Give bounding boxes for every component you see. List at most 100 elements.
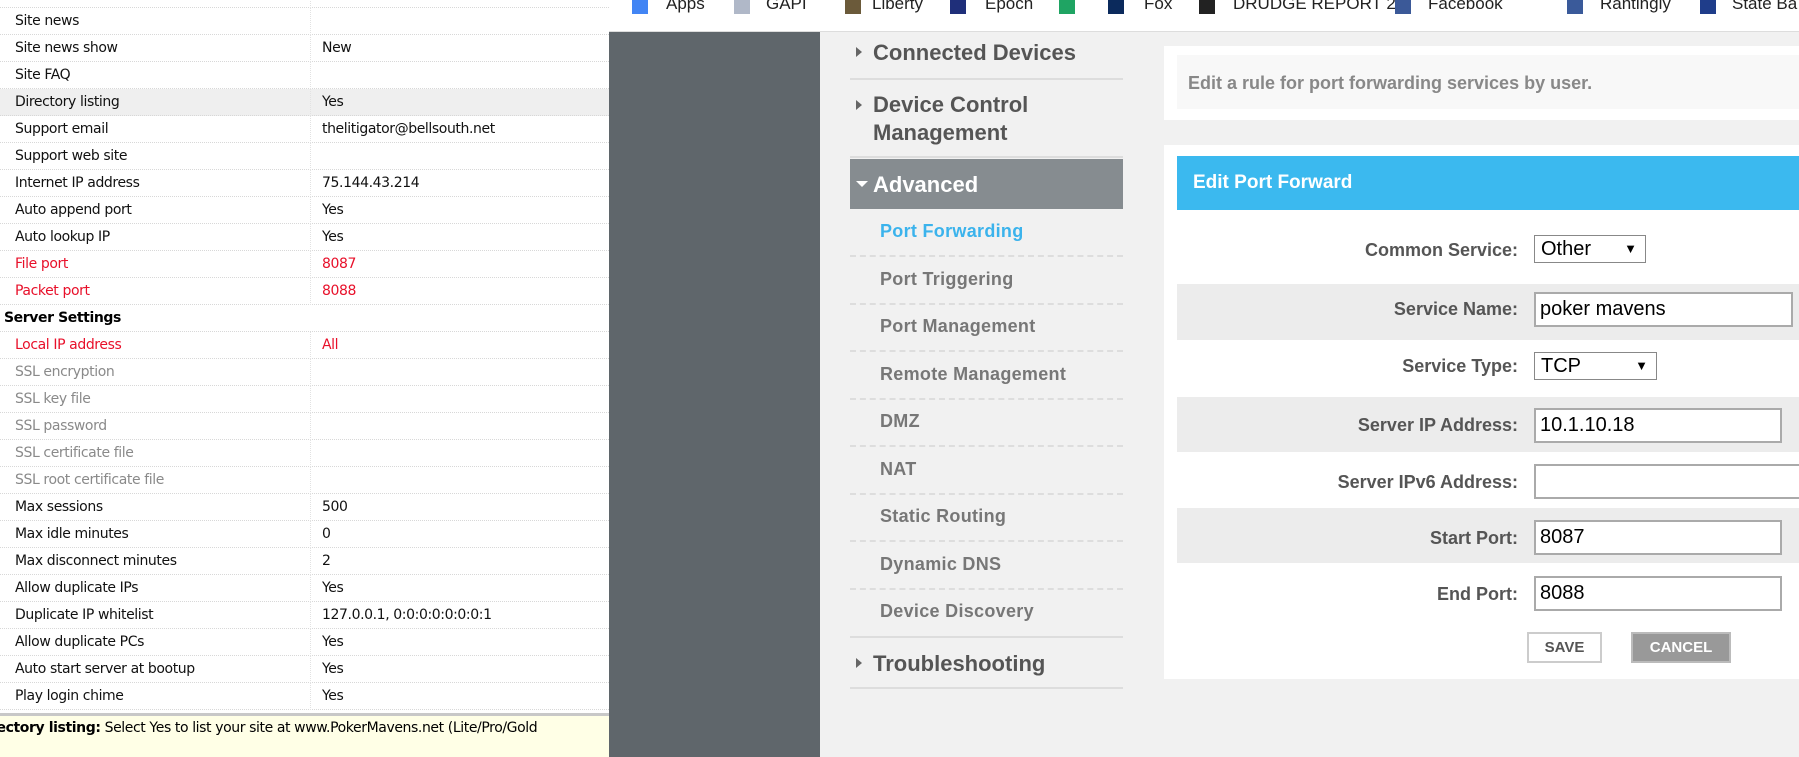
sidebar-troubleshooting[interactable]: Troubleshooting [873,650,1045,677]
bookmark-link[interactable]: DRUDGE REPORT 2... [1233,0,1410,14]
table-row[interactable]: Allow duplicate PCs Yes [0,629,609,656]
caret-right-icon [856,47,862,57]
bookmark-link[interactable]: Liberty [872,0,923,14]
setting-value[interactable]: Yes [322,688,344,704]
sidebar-item-device-discovery[interactable]: Device Discovery [880,601,1034,622]
help-status-bar: rectory listing: Select Yes to list your… [0,713,609,757]
start-port-input[interactable] [1534,520,1782,555]
bookmarks-bar: Apps GAPI Liberty Epoch Fox DRUDGE REPORT 2..… [609,0,1799,32]
table-row[interactable]: Auto start server at bootup Yes [0,656,609,683]
globe-icon [1567,0,1583,14]
fox-logo-icon [1108,0,1124,14]
table-row[interactable]: Packet port 8088 [0,278,609,305]
common-service-value: Other [1541,238,1592,260]
table-row[interactable]: SSL key file [0,386,609,413]
setting-value[interactable]: New [322,40,352,56]
caret-right-icon [856,658,862,668]
setting-value[interactable]: Yes [322,580,344,596]
status-text: Select Yes to list your site at www.Poke… [104,720,538,736]
drudge-logo-icon [1199,0,1215,14]
setting-label: SSL key file [15,391,91,407]
bookmark-link[interactable]: Fox [1144,0,1172,14]
sidebar-item-port-forwarding[interactable]: Port Forwarding [880,221,1024,242]
sidebar-item-port-triggering[interactable]: Port Triggering [880,269,1014,290]
setting-value[interactable]: 8088 [322,283,356,299]
setting-value[interactable]: All [322,337,339,353]
sidebar-item-nat[interactable]: NAT [880,459,917,480]
bookmark-link[interactable]: Rantingly [1600,0,1671,14]
setting-label: Max idle minutes [15,526,129,542]
cancel-button[interactable]: CANCEL [1631,632,1731,663]
service-type-select[interactable]: TCP ▼ [1534,352,1657,380]
setting-label: Allow duplicate PCs [15,634,144,650]
table-row[interactable]: Site news show New [0,35,609,62]
setting-value[interactable]: 75.144.43.214 [322,175,420,191]
setting-label: Internet IP address [15,175,140,191]
table-row[interactable]: SSL certificate file [0,440,609,467]
bookmark-link[interactable]: Facebook [1428,0,1503,14]
service-name-input[interactable] [1534,292,1793,327]
table-row[interactable]: SSL root certificate file [0,467,609,494]
table-row[interactable]: File port 8087 [0,251,609,278]
server-ipv6-input[interactable] [1534,464,1799,499]
status-label: rectory listing: [0,720,101,736]
setting-label: Auto append port [15,202,132,218]
setting-label: File port [15,256,68,272]
sidebar-connected-devices[interactable]: Connected Devices [873,39,1076,66]
table-row[interactable]: Duplicate IP whitelist 127.0.0.1, 0:0:0:0… [0,602,609,629]
setting-label: SSL password [15,418,107,434]
setting-value[interactable]: Yes [322,634,344,650]
sidebar-item-remote-management[interactable]: Remote Management [880,364,1066,385]
bookmark-link[interactable]: Apps [666,0,705,14]
setting-value[interactable]: Yes [322,661,344,677]
setting-label: Directory listing [15,94,120,110]
common-service-select[interactable]: Other ▼ [1534,235,1646,263]
service-name-label: Service Name: [1393,299,1518,319]
table-row[interactable]: Support web site [0,143,609,170]
table-row[interactable]: Max disconnect minutes 2 [0,548,609,575]
setting-value[interactable]: 8087 [322,256,356,272]
sidebar-device-control-line2[interactable]: Management [873,119,1007,146]
setting-value[interactable]: Yes [322,94,344,110]
setting-value[interactable]: Yes [322,202,344,218]
setting-value[interactable]: 500 [322,499,348,515]
bookmark-link[interactable]: State Ba [1732,0,1797,14]
table-row[interactable]: Max idle minutes 0 [0,521,609,548]
setting-value[interactable]: 127.0.0.1, 0:0:0:0:0:0:0:1 [322,607,492,623]
sidebar-item-dynamic-dns[interactable]: Dynamic DNS [880,554,1001,575]
sidebar-item-static-routing[interactable]: Static Routing [880,506,1006,527]
service-type-value: TCP [1541,355,1581,377]
table-row[interactable]: SSL password [0,413,609,440]
server-ip-input[interactable] [1534,408,1782,443]
end-port-input[interactable] [1534,576,1782,611]
setting-label: Local IP address [15,337,122,353]
setting-value[interactable]: 0 [322,526,331,542]
dropdown-arrow-icon: ▼ [1635,358,1648,373]
table-row[interactable]: SSL encryption [0,359,609,386]
table-row[interactable]: Server Settings [0,305,609,332]
apps-grid-icon [632,0,648,14]
sidebar-item-port-management[interactable]: Port Management [880,316,1036,337]
table-row[interactable]: Allow duplicate IPs Yes [0,575,609,602]
setting-value[interactable]: Yes [322,229,344,245]
bookmark-link[interactable]: Epoch [985,0,1033,14]
setting-value[interactable]: 2 [322,553,331,569]
table-row[interactable]: Site FAQ [0,62,609,89]
table-row[interactable]: Directory listing Yes [0,89,609,116]
table-row[interactable]: Auto append port Yes [0,197,609,224]
form-title: Edit Port Forward [1193,172,1353,193]
info-text: Edit a rule for port forwarding services… [1188,73,1593,93]
sidebar-item-dmz[interactable]: DMZ [880,411,920,432]
sidebar-device-control[interactable]: Device Control [873,91,1028,118]
table-row[interactable]: Site news [0,8,609,35]
table-row[interactable]: Play login chime Yes [0,683,609,710]
table-row[interactable]: Auto lookup IP Yes [0,224,609,251]
table-row[interactable]: Local IP address All [0,332,609,359]
table-row[interactable]: Max sessions 500 [0,494,609,521]
save-button[interactable]: SAVE [1527,632,1602,663]
bookmark-link[interactable]: GAPI [766,0,807,14]
setting-value[interactable]: thelitigator@bellsouth.net [322,121,495,137]
sidebar-advanced-label: Advanced [873,172,979,197]
table-row[interactable]: Support email thelitigator@bellsouth.net [0,116,609,143]
table-row[interactable]: Internet IP address 75.144.43.214 [0,170,609,197]
